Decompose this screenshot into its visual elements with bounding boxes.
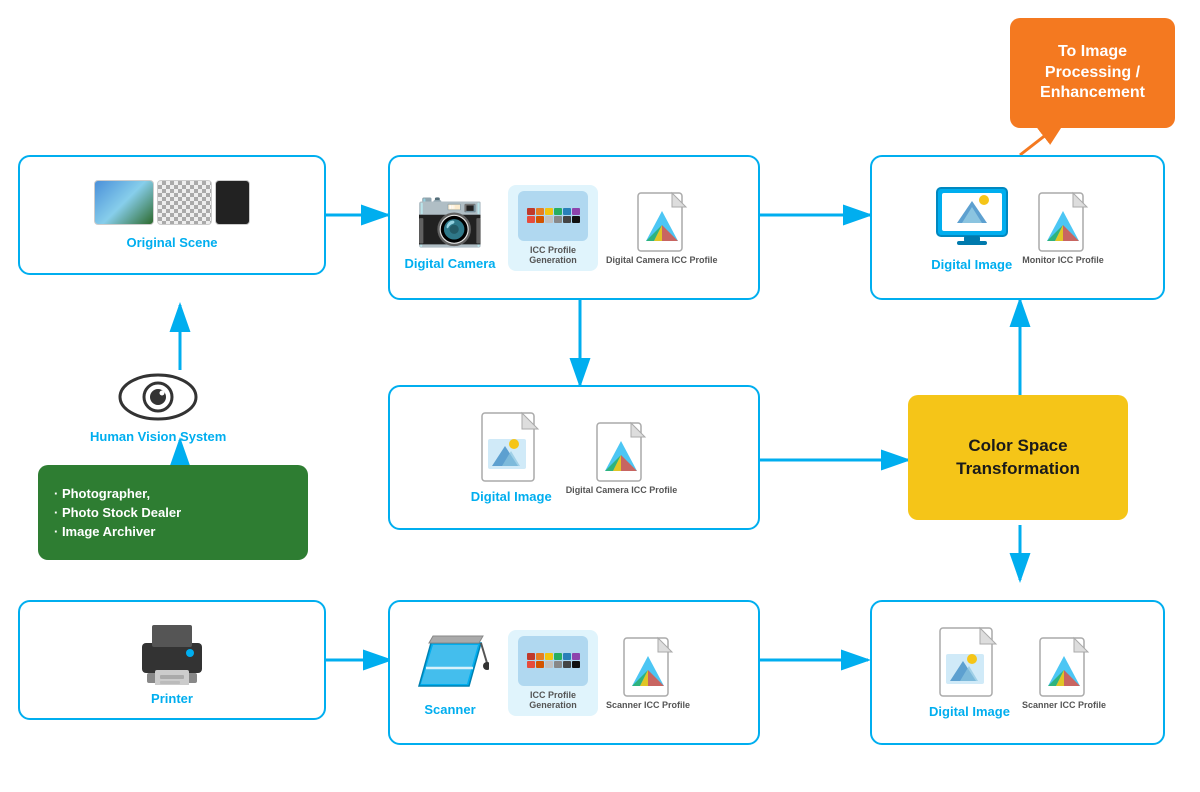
photographer-box: · Photographer, · Photo Stock Dealer · I… — [38, 465, 308, 560]
scanner-device-icon — [518, 636, 588, 686]
color-space-label: Color SpaceTransformation — [956, 435, 1080, 481]
colorchecker-device — [518, 191, 588, 241]
icc-gen-scanner-box: ICC ProfileGeneration — [508, 630, 598, 716]
printer-box: Printer — [18, 600, 326, 720]
scanner-icon — [411, 628, 489, 696]
digital-image-bot-section: Digital Image — [929, 626, 1010, 719]
digital-image-bottom-box: Digital Image Scanner ICC Profile — [870, 600, 1165, 745]
icc-gen-scanner-label: ICC ProfileGeneration — [529, 690, 577, 710]
digital-camera-label: Digital Camera — [404, 256, 495, 271]
diagram-container: Original Scene 📷 Digital Camera — [0, 0, 1200, 792]
scanner-icc-doc-icon — [622, 636, 674, 698]
monitor-icc-label: Monitor ICC Profile — [1022, 255, 1104, 265]
monitor-icc-section: Monitor ICC Profile — [1022, 191, 1104, 265]
icc-gen-camera-box: ICC ProfileGeneration — [508, 185, 598, 271]
photographer-line3: · Image Archiver — [54, 524, 155, 539]
monitor-section: Digital Image — [931, 183, 1012, 272]
digital-camera-box: 📷 Digital Camera — [388, 155, 760, 300]
original-scene-box: Original Scene — [18, 155, 326, 275]
photographer-line1: · Photographer, — [54, 486, 150, 501]
digital-image-mid-section: Digital Image — [471, 411, 552, 504]
scanner-icc-label: Scanner ICC Profile — [606, 700, 690, 710]
monitor-icon — [932, 183, 1012, 251]
scanner-box: Scanner ICC Pro — [388, 600, 760, 745]
icc-gen-camera-label: ICC ProfileGeneration — [529, 245, 577, 265]
human-vision-label: Human Vision System — [90, 429, 226, 444]
scanner-icc-profile-section: Scanner ICC Profile — [606, 636, 690, 710]
to-image-processing-box: To ImageProcessing /Enhancement — [1010, 18, 1175, 128]
image-doc-mid-icon — [480, 411, 542, 483]
scanner-icc-right-doc-icon — [1038, 636, 1090, 698]
scanner-section: Scanner — [400, 628, 500, 717]
colorchecker-grid — [527, 208, 580, 223]
colorchecker-grid2 — [527, 653, 580, 668]
camera-section: 📷 Digital Camera — [400, 184, 500, 271]
camera-icc-mid-section: Digital Camera ICC Profile — [566, 421, 678, 495]
scanner-icc-right-label: Scanner ICC Profile — [1022, 700, 1106, 710]
digital-image-top-label: Digital Image — [931, 257, 1012, 272]
camera-icc-mid-doc-icon — [595, 421, 647, 483]
scanner-label: Scanner — [424, 702, 475, 717]
photographer-line2: · Photo Stock Dealer — [54, 505, 181, 520]
color-space-transformation-box: Color SpaceTransformation — [908, 395, 1128, 520]
printer-label: Printer — [151, 691, 193, 706]
camera-icc-profile-label: Digital Camera ICC Profile — [606, 255, 718, 265]
camera-icc-mid-label: Digital Camera ICC Profile — [566, 485, 678, 495]
scanner-icc-right-section: Scanner ICC Profile — [1022, 636, 1106, 710]
digital-image-middle-box: Digital Image Digital Camera ICC Profile — [388, 385, 760, 530]
printer-icon — [132, 615, 212, 685]
digital-image-top-box: Digital Image Monitor ICC Profile — [870, 155, 1165, 300]
digital-image-mid-label: Digital Image — [471, 489, 552, 504]
photo-strip — [94, 180, 250, 225]
human-vision-container: Human Vision System — [90, 370, 226, 444]
original-scene-label: Original Scene — [126, 235, 217, 250]
camera-icc-doc-icon — [636, 191, 688, 253]
photo-dark — [215, 180, 250, 225]
eye-icon — [118, 370, 198, 425]
camera-icc-profile-section: Digital Camera ICC Profile — [606, 191, 718, 265]
monitor-icc-doc-icon — [1037, 191, 1089, 253]
to-image-processing-label: To ImageProcessing /Enhancement — [1040, 42, 1145, 104]
photo-landscape — [94, 180, 154, 225]
camera-icon: 📷 — [415, 184, 485, 250]
image-doc-bot-icon — [938, 626, 1000, 698]
photo-checker — [157, 180, 212, 225]
digital-image-bot-label: Digital Image — [929, 704, 1010, 719]
